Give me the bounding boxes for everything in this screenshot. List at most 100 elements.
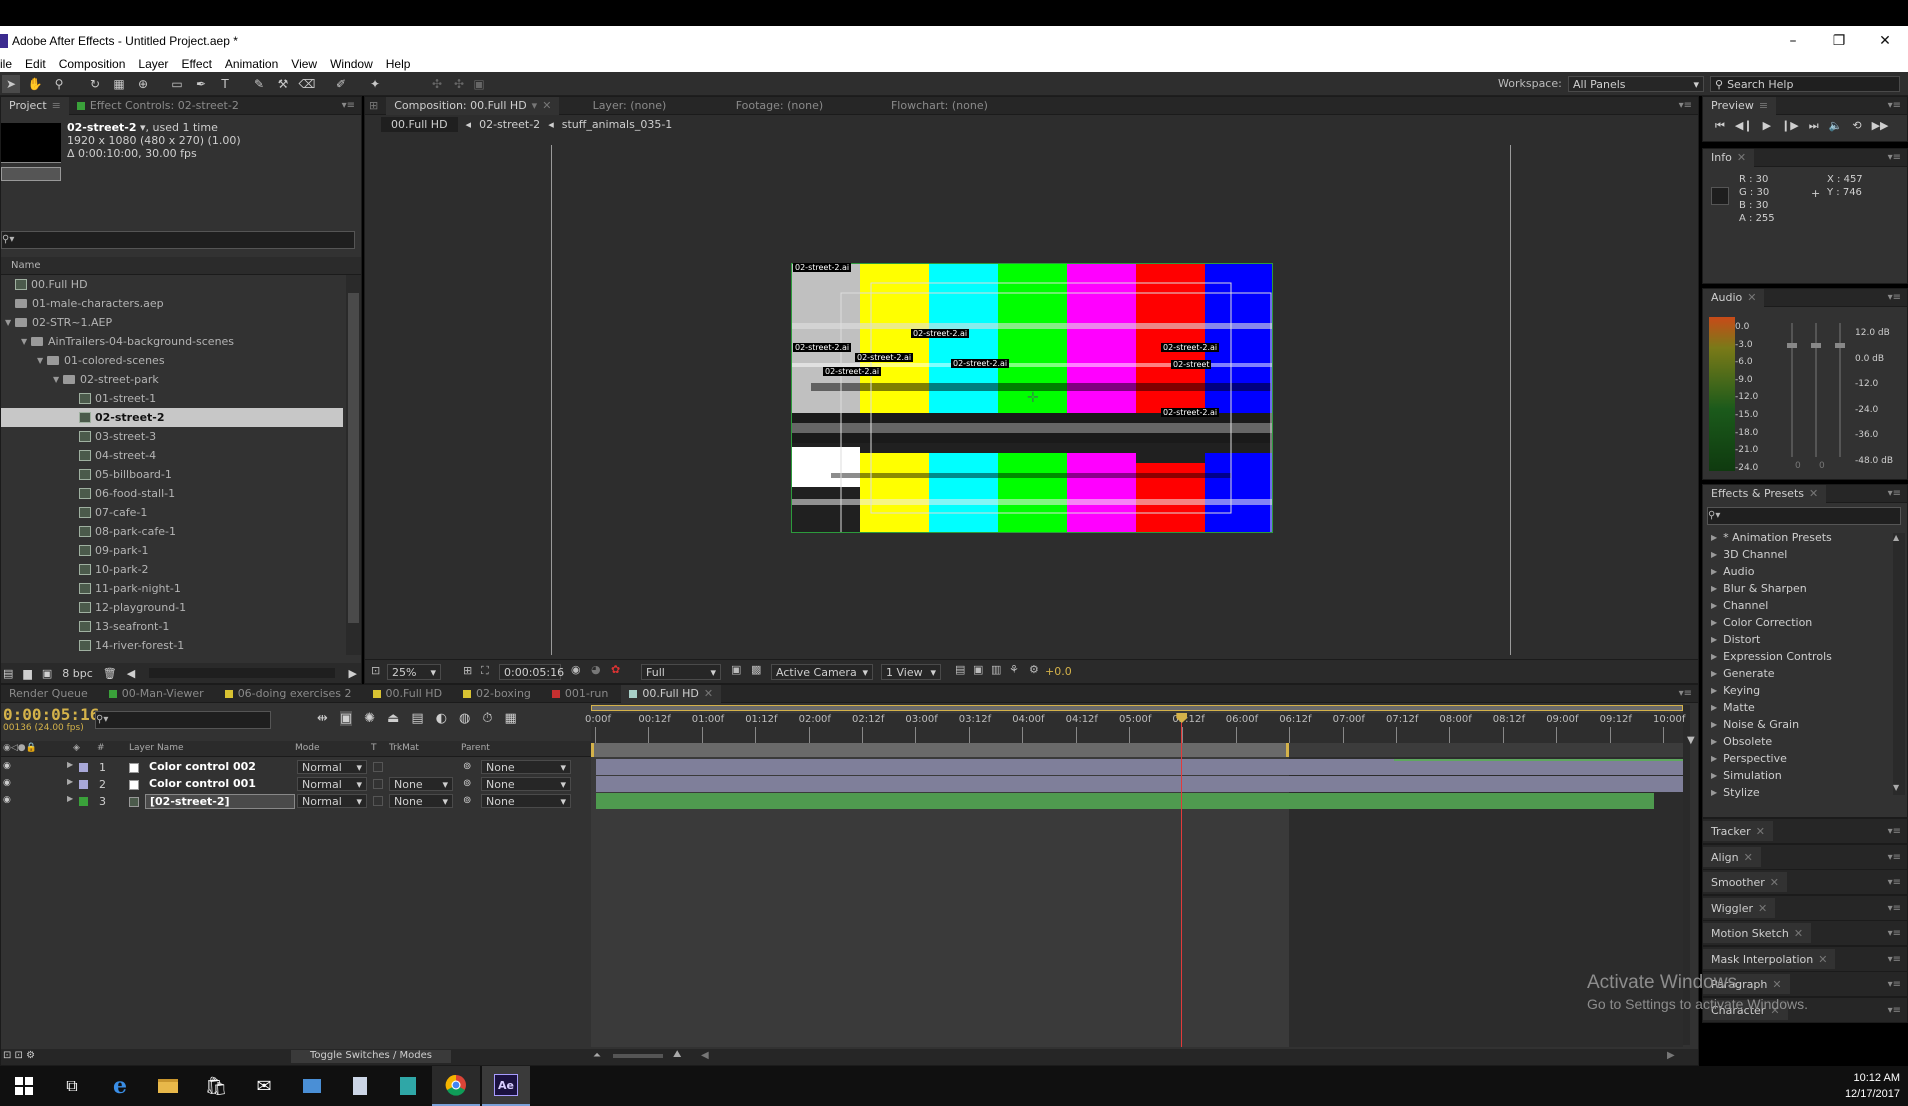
tab-project[interactable]: Project ≡ [1, 96, 69, 115]
live-update-icon[interactable]: ▦ [505, 711, 517, 726]
disclosure-triangle-icon[interactable]: ▶ [67, 794, 73, 803]
timeline-tab[interactable]: 00.Full HD [365, 685, 456, 703]
tab-audio[interactable]: Audio ✕ [1703, 288, 1765, 307]
crumb-0[interactable]: 00.Full HD [381, 116, 458, 132]
close-icon[interactable]: ✕ [542, 99, 551, 112]
pick-whip-icon[interactable]: ⊚ [463, 778, 471, 789]
scroll-left-icon[interactable]: ◀ [701, 1050, 709, 1061]
pan-behind-tool-icon[interactable]: ⊕ [134, 75, 152, 93]
snapshot-icon[interactable]: ◉ [571, 663, 581, 676]
collapsed-panel-tab[interactable]: Align ✕ [1703, 847, 1761, 867]
close-icon[interactable]: ≡ [52, 99, 61, 112]
label-column-icon[interactable]: ◈ [73, 743, 80, 753]
toggle-switches-modes[interactable]: Toggle Switches / Modes [291, 1050, 451, 1063]
flowchart-icon[interactable]: ⚘ [1009, 663, 1019, 676]
project-column-header[interactable]: Name [1, 257, 361, 275]
project-item[interactable]: 14-river-forest-1 [1, 636, 343, 655]
layer-name[interactable]: Color control 001 [145, 777, 295, 792]
menu-layer[interactable]: Layer [132, 57, 175, 71]
project-item[interactable]: ▼ 02-street-park [1, 370, 343, 389]
next-frame-icon[interactable]: ❙▶ [1781, 119, 1799, 133]
timeline-tab[interactable]: 02-boxing [455, 685, 544, 703]
disclosure-triangle-icon[interactable]: ▶ [1711, 737, 1717, 746]
collapsed-panel-tab[interactable]: Tracker ✕ [1703, 821, 1773, 841]
preserve-transparency-checkbox[interactable] [373, 796, 383, 806]
disclosure-triangle-icon[interactable]: ▶ [1711, 652, 1717, 661]
zoom-in-icon[interactable]: ▼ [1687, 735, 1699, 746]
zoom-out-icon[interactable]: ⏶ [593, 1050, 601, 1061]
project-item[interactable]: 12-playground-1 [1, 598, 343, 617]
disclosure-triangle-icon[interactable]: ▶ [1711, 703, 1717, 712]
exposure-value[interactable]: +0.0 [1045, 665, 1072, 678]
collapsed-panel[interactable]: Mask Interpolation ✕ ▾≡ [1702, 946, 1908, 972]
menu-composition[interactable]: Composition [53, 57, 133, 71]
layer-row[interactable]: ◉ ▶ 3 [02-street-2] Normal ▾ None ▾ ⊚ None ▾ [1, 793, 591, 810]
scroll-right-icon[interactable]: ▶ [349, 667, 357, 680]
chrome-icon[interactable] [432, 1066, 480, 1106]
label-swatch[interactable] [79, 763, 88, 772]
mail-icon[interactable]: ✉ [240, 1066, 288, 1106]
pen-tool-icon[interactable]: ✒ [192, 75, 210, 93]
panel-menu-icon[interactable]: ▾≡ [1888, 488, 1901, 499]
collapsed-panel[interactable]: Wiggler ✕ ▾≡ [1702, 895, 1908, 921]
effect-category[interactable]: ▶ Perspective [1703, 750, 1907, 767]
edge-icon[interactable]: e [96, 1066, 144, 1106]
workspace-dropdown[interactable]: All Panels ▾ [1568, 76, 1704, 92]
new-folder-icon[interactable]: ▆ [23, 667, 31, 680]
effect-category[interactable]: ▶ Matte [1703, 699, 1907, 716]
timeline-tab[interactable]: Render Queue [1, 685, 101, 703]
menu-edit[interactable]: Edit [19, 57, 53, 71]
project-item[interactable]: 09-park-1 [1, 541, 343, 560]
panel-menu-icon[interactable]: ▾≡ [1888, 1005, 1901, 1016]
panel-menu-icon[interactable]: ▾≡ [1888, 826, 1901, 837]
column-t[interactable]: T [371, 743, 377, 753]
project-item[interactable]: 01-male-characters.aep [1, 294, 343, 313]
tab-effect-controls[interactable]: Effect Controls: 02-street-2 [69, 97, 247, 115]
project-item[interactable]: ▼ 01-colored-scenes [1, 351, 343, 370]
last-frame-icon[interactable]: ⏭ [1809, 119, 1819, 133]
time-ruler[interactable]: 0:00f 00:12f 01:00f 01:12f 02:00f 02:12f 03:00… [585, 713, 1685, 743]
collapsed-panel-tab[interactable]: Smoother ✕ [1703, 872, 1787, 892]
disclosure-triangle-icon[interactable]: ▶ [1711, 720, 1717, 729]
graph-editor-icon[interactable]: ⏱ [482, 711, 492, 726]
roto-brush-tool-icon[interactable]: ✐ [332, 75, 350, 93]
menu-effect[interactable]: Effect [175, 57, 218, 71]
brainstorm-icon[interactable]: ◐ [436, 711, 447, 726]
lock-icon[interactable]: ⊞ [365, 97, 386, 115]
effect-category[interactable]: ▶ Expression Controls [1703, 648, 1907, 665]
collapsed-panel-tab[interactable]: Wiggler ✕ [1703, 898, 1776, 918]
exposure-icon[interactable]: ⚙ [1029, 663, 1039, 676]
show-snapshot-icon[interactable]: ◕ [591, 663, 601, 676]
effects-search-input[interactable]: ⚲▾ [1707, 507, 1901, 525]
layer-bar-1[interactable] [596, 759, 1683, 775]
project-item[interactable]: 01-street-1 [1, 389, 343, 408]
layer-bar-2[interactable] [596, 776, 1683, 792]
disclosure-triangle-icon[interactable]: ▶ [67, 760, 73, 769]
close-icon[interactable]: ✕ [1747, 291, 1756, 304]
view-axis-icon[interactable]: ▣ [470, 75, 488, 93]
effect-category[interactable]: ▶ Stylize [1703, 784, 1907, 801]
disclosure-triangle-icon[interactable]: ▶ [1711, 618, 1717, 627]
magnification-dropdown[interactable]: 25% ▾ [387, 664, 441, 680]
effect-category[interactable]: ▶ Noise & Grain [1703, 716, 1907, 733]
brush-tool-icon[interactable]: ✎ [250, 75, 268, 93]
disclosure-triangle-icon[interactable]: ▶ [1711, 584, 1717, 593]
axis-mode-icon[interactable]: ✣ [428, 75, 446, 93]
scroll-left-icon[interactable]: ◀ [127, 667, 135, 680]
panel-menu-icon[interactable]: ▾≡ [342, 100, 355, 111]
horizontal-scrollbar[interactable] [149, 668, 335, 678]
layer-name[interactable]: [02-street-2] [145, 794, 295, 809]
always-preview-icon[interactable]: ⊡ [371, 664, 380, 677]
layer-row[interactable]: ◉ ▶ 2 Color control 001 Normal ▾ None ▾ ⊚ None ▾ [1, 776, 591, 793]
effect-category[interactable]: ▶ Keying [1703, 682, 1907, 699]
scroll-down-icon[interactable]: ▼ [1893, 783, 1905, 795]
menu-window[interactable]: Window [324, 57, 380, 71]
disclosure-triangle-icon[interactable]: ▼ [21, 337, 31, 346]
start-button[interactable] [0, 1066, 48, 1106]
column-parent[interactable]: Parent [461, 743, 490, 753]
scrollbar-thumb[interactable] [348, 293, 359, 623]
tab-layer[interactable]: Layer: (none) [559, 97, 699, 115]
draft-3d-icon[interactable]: ▣ [339, 711, 353, 726]
column-trkmat[interactable]: TrkMat [389, 743, 419, 753]
audio-slider-master[interactable] [1835, 323, 1845, 457]
